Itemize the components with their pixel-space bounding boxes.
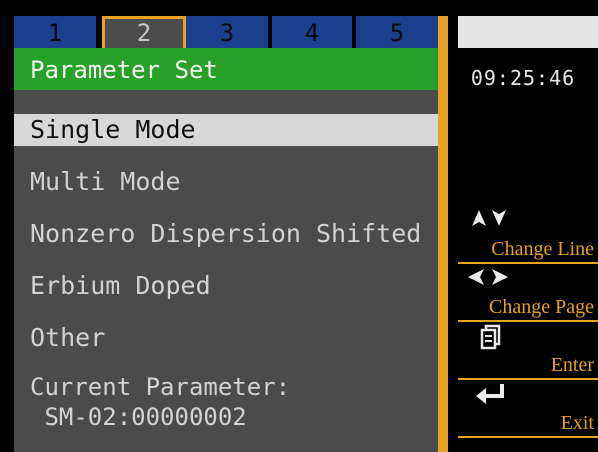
device-screen: 1 2 3 4 5 Parameter Set Single Mode Mult… <box>0 0 598 452</box>
hint-underline <box>458 436 598 438</box>
tab-5[interactable]: 5 <box>356 16 438 48</box>
document-icon <box>480 324 502 354</box>
hint-underline <box>458 320 598 322</box>
menu-item-multi-mode[interactable]: Multi Mode <box>14 166 438 198</box>
tab-3[interactable]: 3 <box>186 16 268 48</box>
current-parameter: Current Parameter: SM-02:00000002 <box>30 372 290 432</box>
return-arrow-icon <box>474 382 508 410</box>
menu-item-nonzero-dispersion-shifted[interactable]: Nonzero Dispersion Shifted <box>14 218 438 250</box>
current-parameter-value: SM-02:00000002 <box>44 403 247 431</box>
tab-1[interactable]: 1 <box>14 16 96 48</box>
tab-bar: 1 2 3 4 5 <box>14 16 438 48</box>
exit-label: Exit <box>560 412 594 434</box>
menu-item-other[interactable]: Other <box>14 322 438 354</box>
menu-panel: Single Mode Multi Mode Nonzero Dispersio… <box>14 90 438 452</box>
page-title: Parameter Set <box>14 48 438 90</box>
status-strip <box>458 16 598 48</box>
tab-2[interactable]: 2 <box>102 16 186 48</box>
change-line-label: Change Line <box>491 238 594 260</box>
clock-time: 09:25:46 <box>470 66 576 90</box>
up-down-arrows-icon <box>470 208 510 232</box>
tab-4[interactable]: 4 <box>272 16 352 48</box>
hint-underline <box>458 262 598 264</box>
menu-item-single-mode[interactable]: Single Mode <box>14 114 438 146</box>
right-sidebar: 09:25:46 Change Line Change Page Enter E… <box>448 16 598 452</box>
enter-label: Enter <box>550 354 594 376</box>
panel-divider <box>438 16 448 452</box>
current-parameter-label: Current Parameter: <box>30 373 291 401</box>
change-page-label: Change Page <box>489 296 594 318</box>
hint-underline <box>458 378 598 380</box>
menu-item-erbium-doped[interactable]: Erbium Doped <box>14 270 438 302</box>
left-right-arrows-icon <box>466 268 510 290</box>
